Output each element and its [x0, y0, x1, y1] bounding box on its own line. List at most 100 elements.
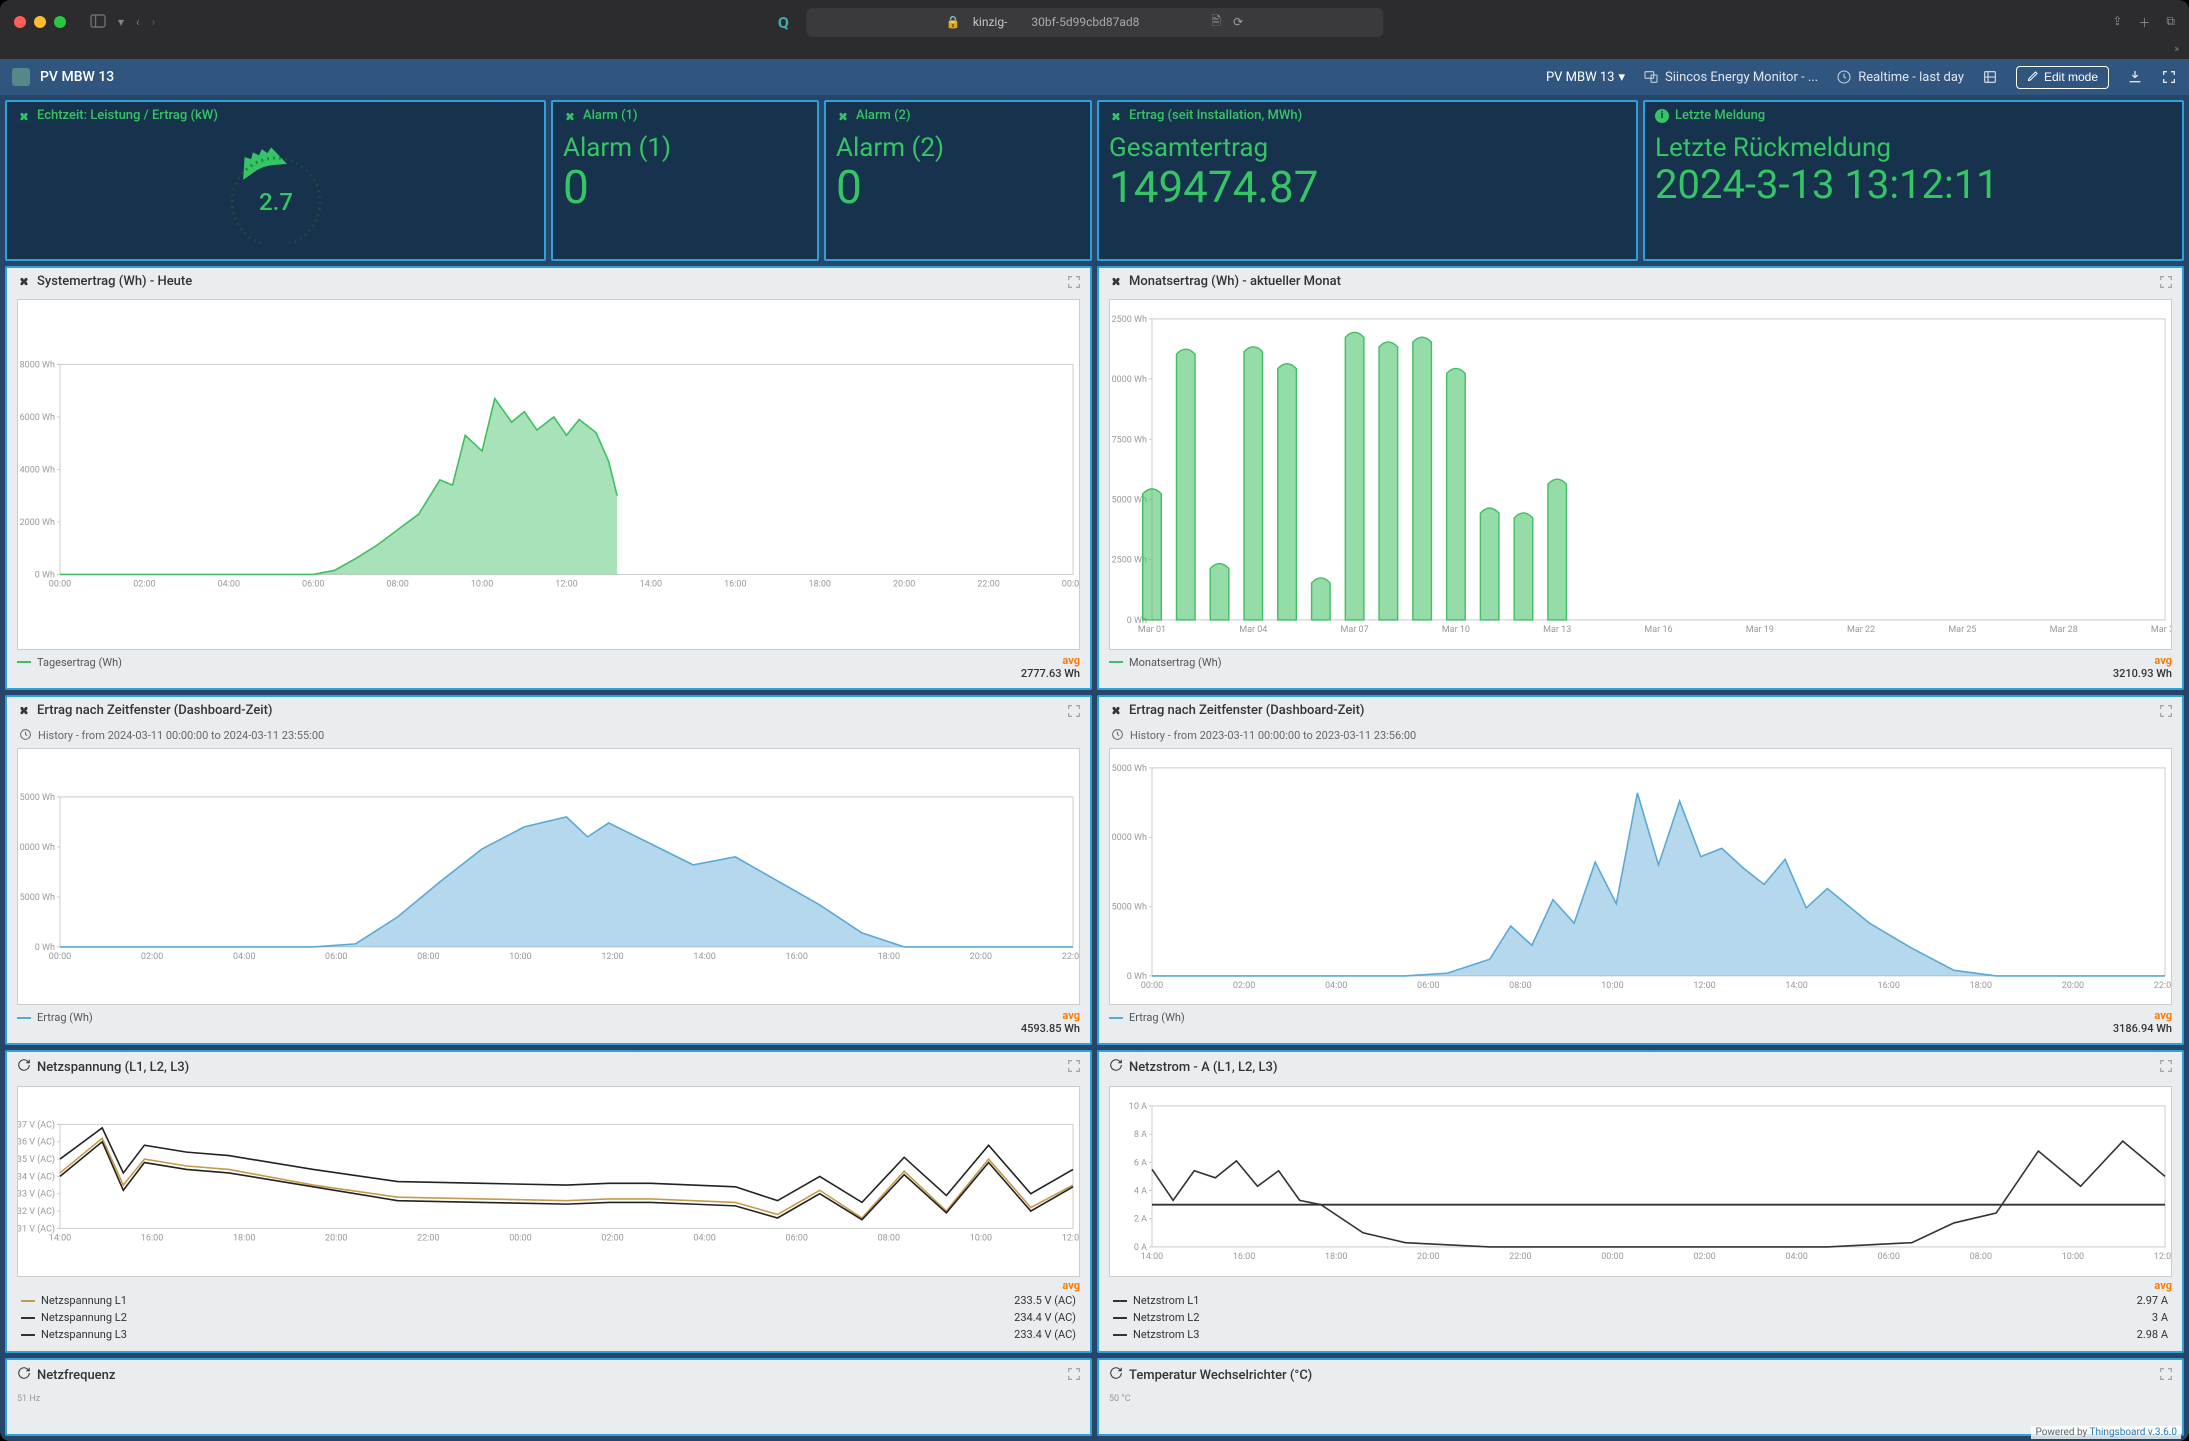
tabs-icon[interactable]: ⧉ — [2166, 14, 2175, 31]
pencil-icon — [2027, 70, 2039, 85]
current-title: Netzstrom - A (L1, L2, L3) — [1129, 1060, 1278, 1075]
month-legend: Monatsertrag (Wh) — [1109, 654, 1222, 671]
svg-text:08:00: 08:00 — [878, 1234, 900, 1244]
browser-url-bar[interactable]: Q 🔒 kinzig- 30bf-5d99cbd87ad8 🖹 ⟳ — [806, 8, 1383, 37]
thingsboard-link[interactable]: Thingsboard v.3.6.0 — [2090, 1427, 2177, 1438]
tw1-chart: 0 Wh5000 Wh10000 Wh15000 Wh00:0002:0004:… — [17, 748, 1080, 1006]
update-icon — [17, 1058, 31, 1076]
svg-text:10 A: 10 A — [1129, 1102, 1147, 1112]
svg-text:20:00: 20:00 — [2062, 980, 2084, 990]
svg-text:5000 Wh: 5000 Wh — [1112, 902, 1147, 912]
fullscreen-widget-icon[interactable] — [1066, 1366, 1082, 1382]
tw1-history-row[interactable]: History - from 2024-03-11 00:00:00 to 20… — [17, 728, 1080, 748]
clock-icon — [19, 728, 32, 744]
svg-text:06:00: 06:00 — [786, 1234, 808, 1244]
share-icon[interactable]: ⇪ — [2112, 14, 2122, 31]
dashboard-grid: Echtzeit: Leistung / Ertrag (kW) — [0, 95, 2189, 1441]
svg-text:12:00: 12:00 — [1693, 980, 1715, 990]
update-icon — [17, 1366, 31, 1384]
export-icon[interactable] — [2127, 69, 2143, 85]
fan-icon — [17, 274, 31, 288]
svg-text:14:00: 14:00 — [1141, 1252, 1163, 1262]
fan-icon — [1109, 109, 1123, 123]
svg-text:02:00: 02:00 — [133, 579, 155, 589]
svg-text:235 V (AC): 235 V (AC) — [18, 1154, 55, 1165]
fullscreen-widget-icon[interactable] — [1066, 703, 1082, 719]
svg-text:04:00: 04:00 — [233, 951, 255, 961]
fullscreen-widget-icon[interactable] — [2158, 1058, 2174, 1074]
svg-text:18:00: 18:00 — [878, 951, 900, 961]
update-icon — [1109, 1366, 1123, 1384]
svg-text:12500 Wh: 12500 Wh — [1110, 315, 1147, 325]
mac-window-chrome: ▾ ‹ › Q 🔒 kinzig- 30bf-5d99cbd87ad8 🖹 ⟳ … — [0, 0, 2189, 44]
nav-forward-icon[interactable]: › — [152, 15, 156, 29]
reload-icon[interactable]: ⟳ — [1233, 15, 1243, 29]
fullscreen-widget-icon[interactable] — [1066, 274, 1082, 290]
clock-icon — [1111, 728, 1124, 744]
svg-text:04:00: 04:00 — [1785, 1252, 1807, 1262]
svg-text:22:00: 22:00 — [2154, 980, 2171, 990]
svg-text:16:00: 16:00 — [141, 1234, 163, 1244]
maximize-window-button[interactable] — [54, 16, 66, 28]
last-message-header: Letzte Meldung — [1675, 108, 1765, 123]
svg-text:2500 Wh: 2500 Wh — [1112, 555, 1147, 565]
fullscreen-icon[interactable] — [2161, 69, 2177, 85]
today-chart: 0 Wh2000 Wh4000 Wh6000 Wh8000 Wh00:0002:… — [17, 299, 1080, 650]
svg-text:12:00: 12:00 — [555, 579, 577, 589]
svg-text:16:00: 16:00 — [1233, 1252, 1255, 1262]
total-yield-label: Gesamtertrag — [1109, 133, 1626, 163]
svg-text:10:00: 10:00 — [2062, 1252, 2084, 1262]
chevron-down-icon: ▾ — [1619, 70, 1626, 85]
dashboard-state-selector[interactable]: PV MBW 13 ▾ — [1546, 70, 1625, 85]
svg-text:5000 Wh: 5000 Wh — [20, 892, 55, 902]
new-tab-icon[interactable]: ＋ — [2138, 14, 2150, 31]
freq-ytick: 51 Hz — [17, 1394, 1080, 1404]
gauge-value: 2.7 — [259, 188, 293, 216]
sidebar-toggle-icon[interactable] — [90, 14, 106, 31]
nav-back-icon[interactable]: ‹ — [136, 15, 140, 29]
tw2-history-row[interactable]: History - from 2023-03-11 00:00:00 to 20… — [1109, 728, 2172, 748]
svg-text:12:00: 12:00 — [1062, 1234, 1079, 1244]
powered-by-footer: Powered by Thingsboard v.3.6.0 — [2031, 1426, 2181, 1439]
svg-text:Mar 25: Mar 25 — [1948, 625, 1976, 635]
svg-text:08:00: 08:00 — [417, 951, 439, 961]
entity-selector[interactable]: Siincos Energy Monitor - ... — [1643, 69, 1818, 85]
svg-text:18:00: 18:00 — [1970, 980, 1992, 990]
edit-mode-button[interactable]: Edit mode — [2016, 66, 2109, 89]
entity-label: Siincos Energy Monitor - ... — [1665, 70, 1818, 85]
svg-text:00:00: 00:00 — [1062, 579, 1079, 589]
svg-text:2 A: 2 A — [1134, 1215, 1147, 1225]
expand-dashboard-icon[interactable] — [1982, 69, 1998, 85]
fullscreen-widget-icon[interactable] — [2158, 1366, 2174, 1382]
minimize-window-button[interactable] — [34, 16, 46, 28]
voltage-card: Netzspannung (L1, L2, L3) 231 V (AC)232 … — [5, 1050, 1092, 1353]
close-window-button[interactable] — [14, 16, 26, 28]
fullscreen-widget-icon[interactable] — [1066, 1058, 1082, 1074]
svg-text:10000 Wh: 10000 Wh — [18, 842, 55, 852]
chevron-down-icon[interactable]: ▾ — [118, 15, 124, 29]
avg-label: avg — [2113, 1009, 2172, 1022]
reader-icon[interactable]: 🖹 — [1211, 12, 1221, 33]
fullscreen-widget-icon[interactable] — [2158, 703, 2174, 719]
current-chart: 0 A2 A4 A6 A8 A10 A14:0016:0018:0020:002… — [1109, 1086, 2172, 1277]
svg-text:22:00: 22:00 — [977, 579, 999, 589]
gauge-dial: 2.7 — [216, 144, 336, 244]
today-legend: Tagesertrag (Wh) — [17, 654, 122, 671]
svg-text:10:00: 10:00 — [509, 951, 531, 961]
svg-text:00:00: 00:00 — [1141, 980, 1163, 990]
overflow-chevron[interactable]: » — [0, 44, 2189, 59]
timewindow-selector[interactable]: Realtime - last day — [1836, 69, 1964, 85]
edit-mode-label: Edit mode — [2044, 70, 2098, 84]
avg-label: avg — [17, 1279, 1080, 1292]
svg-text:20:00: 20:00 — [970, 951, 992, 961]
svg-text:06:00: 06:00 — [325, 951, 347, 961]
fullscreen-widget-icon[interactable] — [2158, 274, 2174, 290]
gauge-card: Echtzeit: Leistung / Ertrag (kW) — [5, 100, 546, 261]
devices-icon — [1643, 69, 1659, 85]
month-chart-card: Monatsertrag (Wh) - aktueller Monat 0 Wh… — [1097, 266, 2184, 690]
svg-text:04:00: 04:00 — [1325, 980, 1347, 990]
svg-text:12:00: 12:00 — [2154, 1252, 2171, 1262]
alarm-2-value: 0 — [836, 163, 1080, 214]
month-chart: 0 Wh2500 Wh5000 Wh7500 Wh10000 Wh12500 W… — [1109, 299, 2172, 650]
tw2-avg-value: 3186.94 Wh — [2113, 1022, 2172, 1035]
